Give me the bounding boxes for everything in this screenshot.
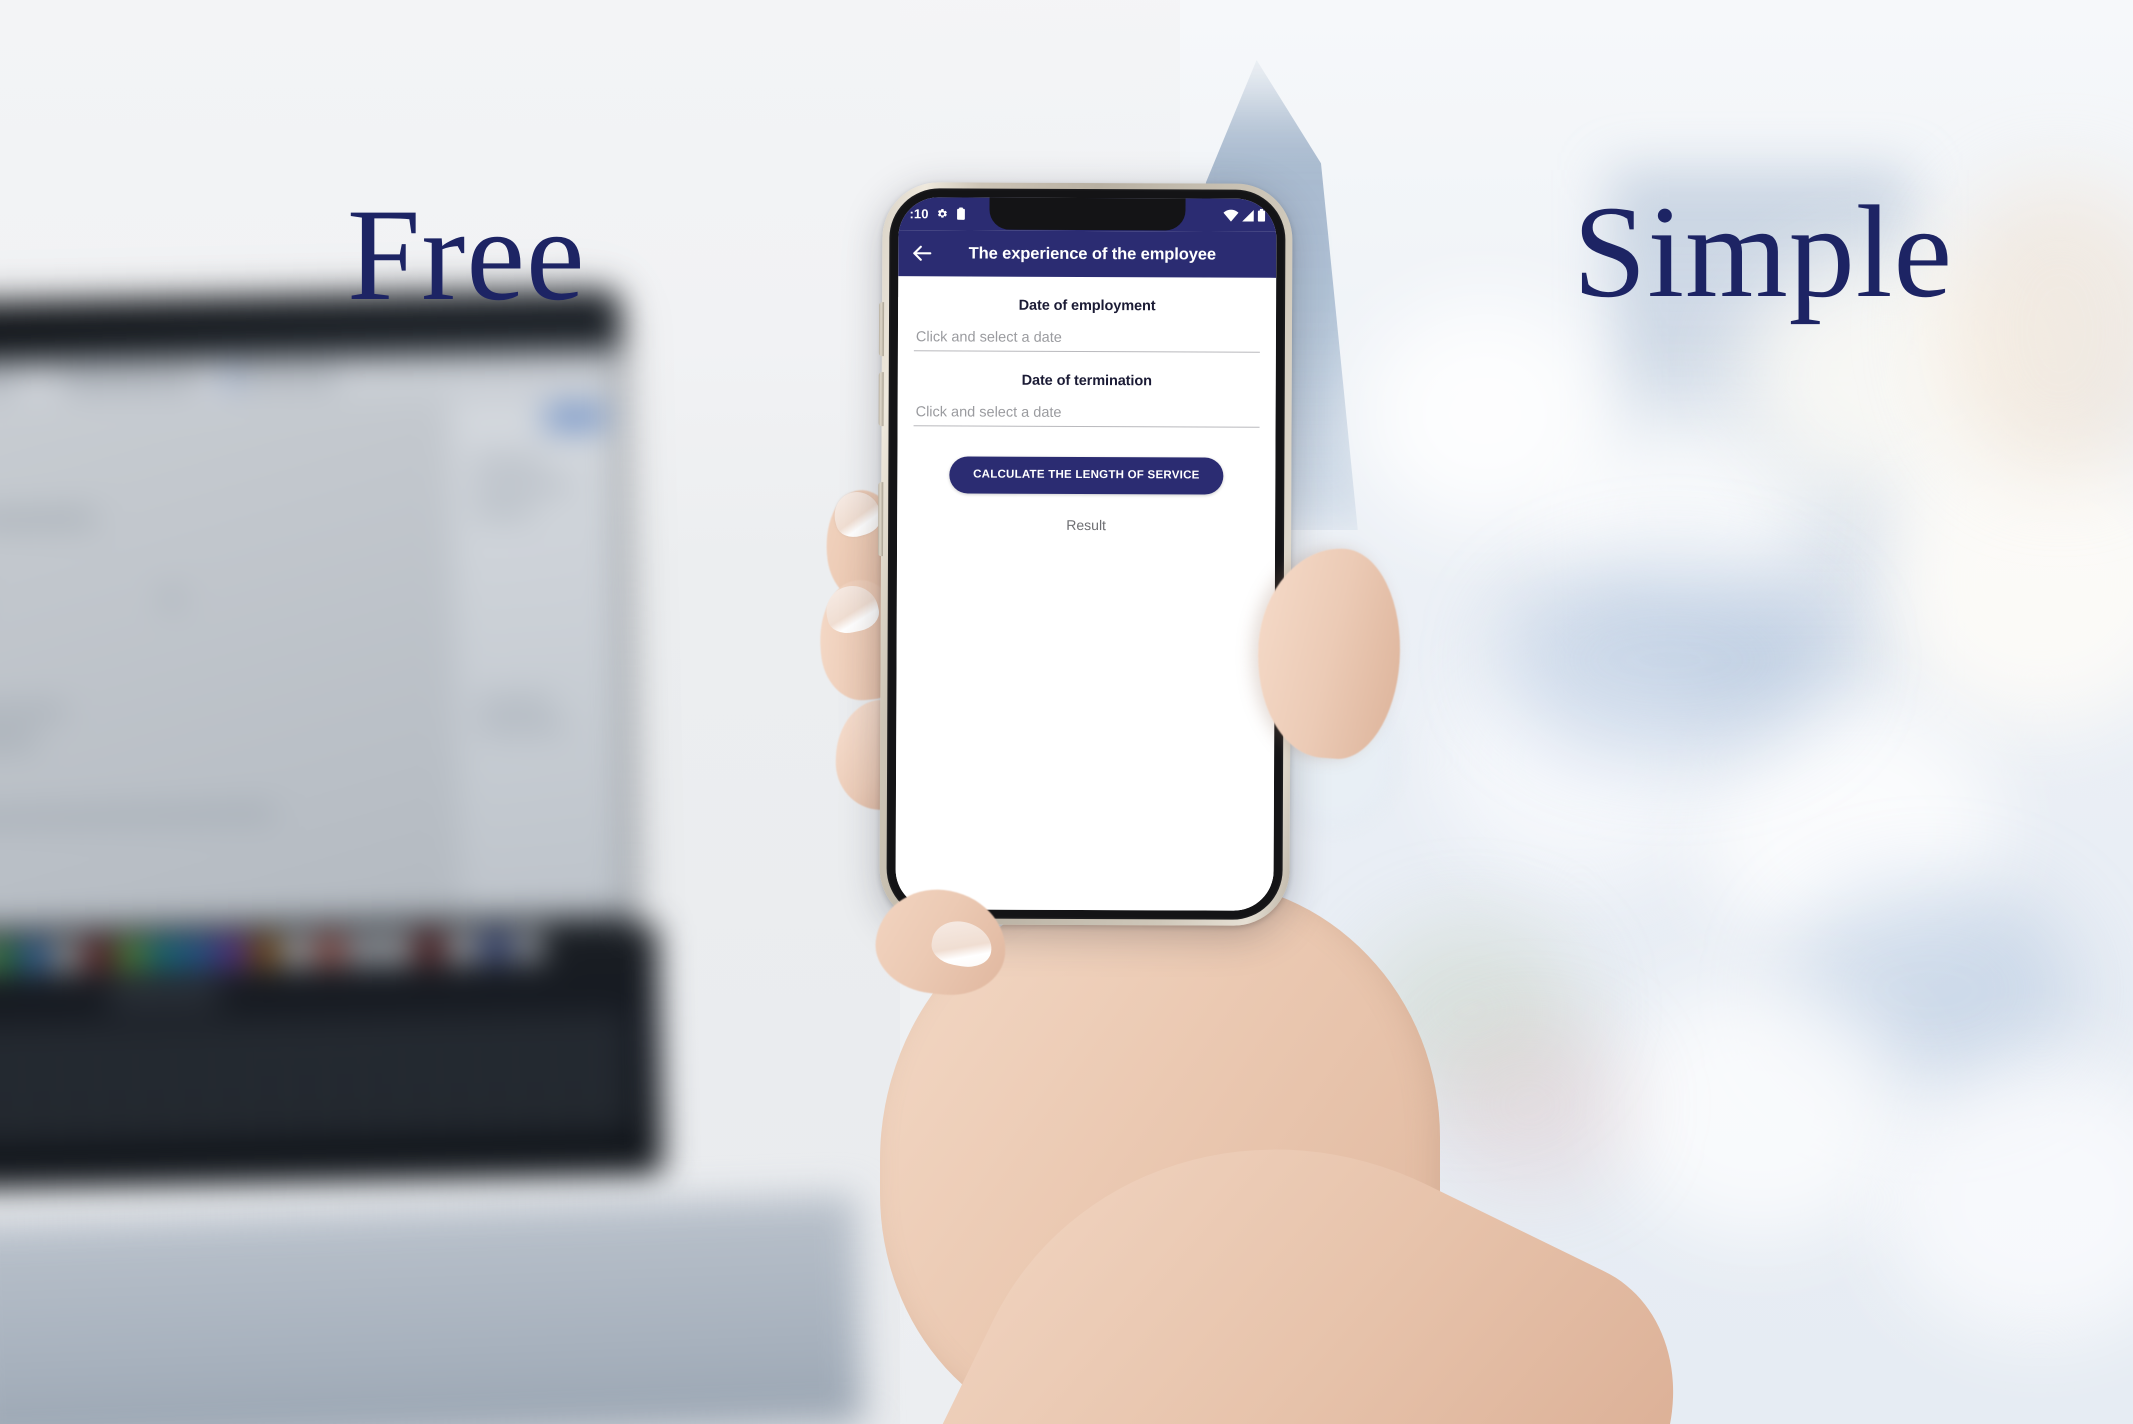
- bokeh-light-7: [1610, 980, 1910, 1240]
- app-bar-title: The experience of the employee: [968, 243, 1217, 264]
- background-laptop-blurred: [0, 288, 699, 1204]
- gear-icon: [936, 207, 949, 220]
- label-date-of-termination: Date of termination: [1021, 372, 1152, 390]
- phone-volume-down-button[interactable]: [878, 372, 884, 427]
- back-arrow-icon[interactable]: [910, 241, 934, 265]
- wifi-icon: [1223, 209, 1239, 222]
- laptop-base: [0, 924, 664, 1191]
- headline-word-free: Free: [347, 181, 586, 328]
- bokeh-tint-blue: [1500, 560, 1840, 760]
- laptop-screen-sidepanel: [446, 395, 630, 919]
- phone-screen: :10 The experience of the employee Date …: [895, 197, 1277, 911]
- result-label: Result: [1066, 516, 1107, 534]
- calculate-length-of-service-button[interactable]: CALCULATE THE LENGTH OF SERVICE: [949, 456, 1224, 495]
- phone-volume-up-button[interactable]: [878, 302, 885, 357]
- app-content: Date of employment Date of termination C…: [895, 297, 1277, 911]
- laptop-screen: [0, 349, 630, 930]
- label-date-of-employment: Date of employment: [1018, 297, 1156, 315]
- headline-word-simple: Simple: [1573, 178, 1954, 325]
- clipboard-icon: [956, 207, 967, 220]
- date-of-employment-input[interactable]: [913, 329, 1260, 353]
- background-desk-surface: [0, 1194, 864, 1424]
- laptop-keyboard: [0, 1011, 633, 1146]
- status-bar-time: :10: [909, 206, 929, 222]
- bokeh-pink-hint: [1430, 1020, 1630, 1190]
- laptop-screen-blue-button: [544, 405, 606, 430]
- signal-icon: [1241, 209, 1254, 222]
- laptop-dock: [0, 930, 583, 974]
- promo-screenshot: :10 The experience of the employee Date …: [0, 0, 2133, 1424]
- calculate-button-wrapper: CALCULATE THE LENGTH OF SERVICE: [913, 456, 1259, 495]
- laptop-trackpad: [108, 979, 220, 1009]
- smartphone-device: :10 The experience of the employee Date …: [877, 182, 1293, 926]
- app-bar: The experience of the employee: [898, 230, 1277, 278]
- phone-power-button[interactable]: [877, 482, 884, 557]
- date-of-termination-input[interactable]: [913, 404, 1260, 428]
- laptop-lid: [0, 289, 634, 944]
- phone-notch: [989, 197, 1186, 231]
- battery-icon: [1257, 208, 1266, 222]
